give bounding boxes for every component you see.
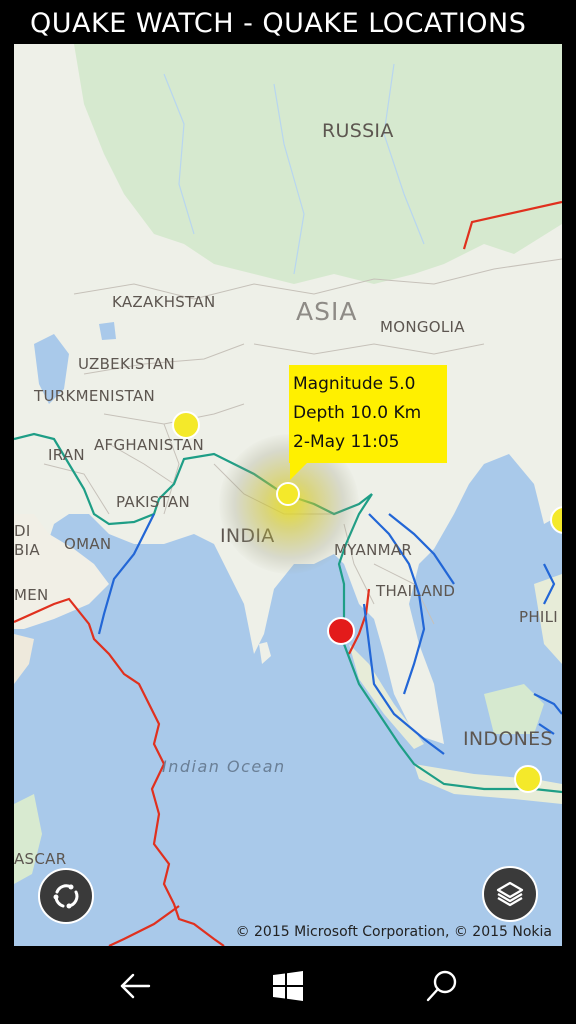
label-pakistan: PAKISTAN <box>116 493 191 511</box>
label-mongolia: MONGOLIA <box>380 318 465 336</box>
quake-marker-afghanistan[interactable] <box>172 411 200 439</box>
layers-button[interactable] <box>482 866 538 922</box>
app-title: QUAKE WATCH - QUAKE LOCATIONS <box>30 8 527 39</box>
label-indian-ocean: Indian Ocean <box>162 757 286 776</box>
layers-icon <box>496 881 524 907</box>
callout-magnitude: Magnitude 5.0 <box>293 374 416 394</box>
label-yemen: MEN <box>14 586 49 604</box>
label-uzbekistan: UZBEKISTAN <box>78 355 176 373</box>
start-button[interactable] <box>266 964 310 1008</box>
quake-marker-selected[interactable] <box>276 482 300 506</box>
label-kazakhstan: KAZAKHSTAN <box>112 293 216 311</box>
quake-marker-red[interactable] <box>327 617 355 645</box>
sync-icon <box>53 884 79 909</box>
label-russia: RUSSIA <box>322 120 394 142</box>
back-arrow-icon <box>120 973 151 999</box>
label-indonesia: INDONES <box>463 728 553 750</box>
location-button[interactable] <box>38 868 94 924</box>
search-button[interactable] <box>420 964 464 1008</box>
label-saudi-1: DI <box>14 522 31 540</box>
label-philippines: PHILI <box>519 608 559 626</box>
callout-time: 2-May 11:05 <box>293 432 400 452</box>
map-view[interactable]: RUSSIA KAZAKHSTAN ASIA MONGOLIA UZBEKIST… <box>14 44 562 946</box>
label-saudi-2: BIA <box>14 541 40 559</box>
system-nav-bar <box>0 946 576 1024</box>
label-thailand: THAILAND <box>376 582 456 600</box>
label-turkmenistan: TURKMENISTAN <box>34 387 156 405</box>
windows-icon <box>273 971 303 1001</box>
label-iran: IRAN <box>48 446 85 464</box>
quake-callout[interactable]: Magnitude 5.0 Depth 10.0 Km 2-May 11:05 <box>289 365 447 463</box>
back-button[interactable] <box>113 964 157 1008</box>
callout-depth: Depth 10.0 Km <box>293 403 422 423</box>
map-copyright: © 2015 Microsoft Corporation, © 2015 Nok… <box>235 924 552 940</box>
search-icon <box>426 970 457 1002</box>
label-asia: ASIA <box>296 297 358 326</box>
label-madagascar: ASCAR <box>14 850 67 868</box>
quake-marker-indonesia[interactable] <box>514 765 542 793</box>
label-oman: OMAN <box>64 535 112 553</box>
